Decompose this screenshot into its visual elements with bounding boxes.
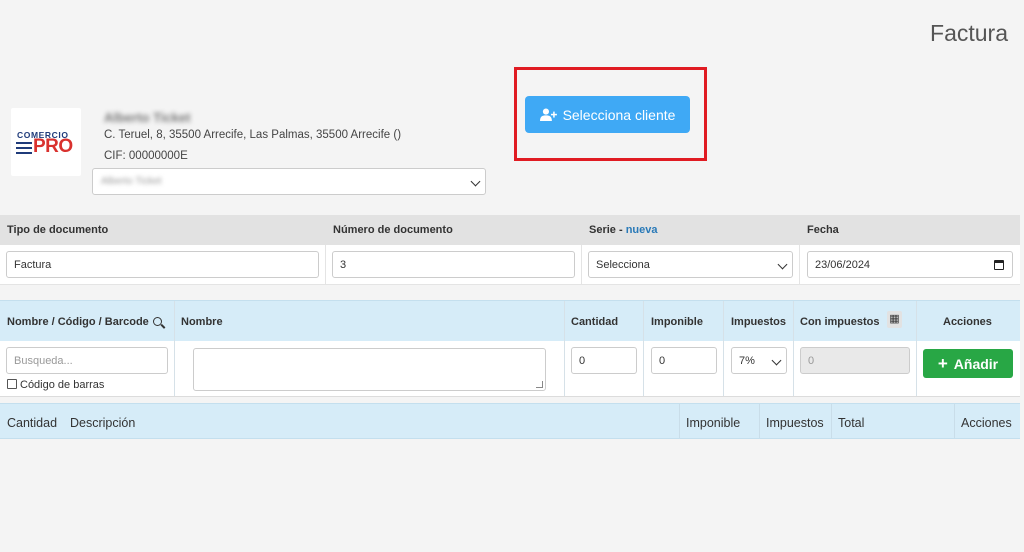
header-series-sep: - (615, 224, 626, 236)
logo-lines-icon (16, 142, 32, 157)
calendar-icon[interactable] (994, 260, 1004, 270)
series-select[interactable]: Selecciona (588, 251, 793, 278)
company-select[interactable]: Alberto Ticket (92, 168, 486, 195)
header-doc-number: Número de documento (333, 224, 453, 236)
plus-icon: + (937, 354, 948, 373)
chevron-down-icon (777, 259, 788, 270)
company-logo: COMERCIO PRO (11, 108, 81, 176)
company-cif: CIF: 00000000E (104, 150, 188, 162)
search-icon[interactable] (152, 317, 162, 326)
item-tax-select[interactable]: 7% (731, 347, 787, 374)
item-search-input[interactable]: Busqueda... (6, 347, 168, 374)
header-item-actions: Acciones (943, 316, 992, 328)
item-entry-row: Busqueda... Código de barras 0 0 7% 0 + … (0, 341, 1020, 397)
lines-header-row: Cantidad Descripción Imponible Impuestos… (0, 403, 1020, 439)
header-date: Fecha (807, 224, 839, 236)
page-title: Factura (930, 20, 1008, 46)
header-item-name: Nombre (181, 316, 223, 328)
header-item-taxable: Imponible (651, 316, 703, 328)
item-quantity-input[interactable]: 0 (571, 347, 637, 374)
header-item-taxes: Impuestos (731, 316, 787, 328)
header-item-code-label: Nombre / Código / Barcode (7, 316, 149, 328)
add-item-button[interactable]: + Añadir (923, 349, 1013, 378)
series-select-value: Selecciona (596, 259, 650, 271)
company-name: Alberto Ticket (104, 110, 191, 125)
header-line-actions: Acciones (961, 416, 1012, 430)
barcode-checkbox[interactable] (7, 379, 17, 389)
header-item-quantity: Cantidad (571, 316, 619, 328)
header-line-total: Total (838, 416, 865, 430)
chevron-down-icon (771, 355, 782, 366)
barcode-checkbox-label: Código de barras (20, 379, 105, 391)
item-tax-value: 7% (739, 355, 755, 367)
company-address: C. Teruel, 8, 35500 Arrecife, Las Palmas… (104, 129, 402, 141)
chevron-down-icon (470, 176, 481, 187)
header-series: Serie - nueva (589, 224, 658, 236)
select-client-label: Selecciona cliente (562, 106, 676, 123)
doc-type-input[interactable]: Factura (6, 251, 319, 278)
item-name-textarea[interactable] (193, 348, 546, 391)
new-series-link[interactable]: nueva (626, 224, 658, 236)
doc-number-input[interactable]: 3 (332, 251, 575, 278)
document-fields-row: Factura 3 Selecciona 23/06/2024 (0, 245, 1020, 285)
resize-handle-icon[interactable] (536, 381, 543, 388)
header-item-code: Nombre / Código / Barcode (7, 316, 162, 328)
calculator-icon[interactable]: ▦ (887, 311, 902, 328)
header-series-label: Serie (589, 224, 616, 236)
date-input[interactable]: 23/06/2024 (807, 251, 1013, 278)
items-header-row: Nombre / Código / Barcode Nombre Cantida… (0, 300, 1020, 341)
company-select-value: Alberto Ticket (101, 176, 162, 187)
item-taxable-input[interactable]: 0 (651, 347, 717, 374)
header-item-with-taxes: Con impuestos (800, 316, 880, 328)
date-value: 23/06/2024 (815, 259, 871, 271)
user-plus-icon (539, 108, 557, 121)
add-item-label: Añadir (953, 355, 999, 372)
select-client-button[interactable]: Selecciona cliente (525, 96, 690, 133)
header-line-taxes: Impuestos (766, 416, 824, 430)
header-line-taxable: Imponible (686, 416, 741, 430)
header-line-quantity: Cantidad (7, 416, 58, 430)
logo-text-bottom: PRO (33, 136, 73, 157)
header-line-description: Descripción (70, 416, 136, 430)
item-with-taxes-input: 0 (800, 347, 910, 374)
header-doc-type: Tipo de documento (7, 224, 109, 236)
document-header-row: Tipo de documento Número de documento Se… (0, 215, 1020, 245)
